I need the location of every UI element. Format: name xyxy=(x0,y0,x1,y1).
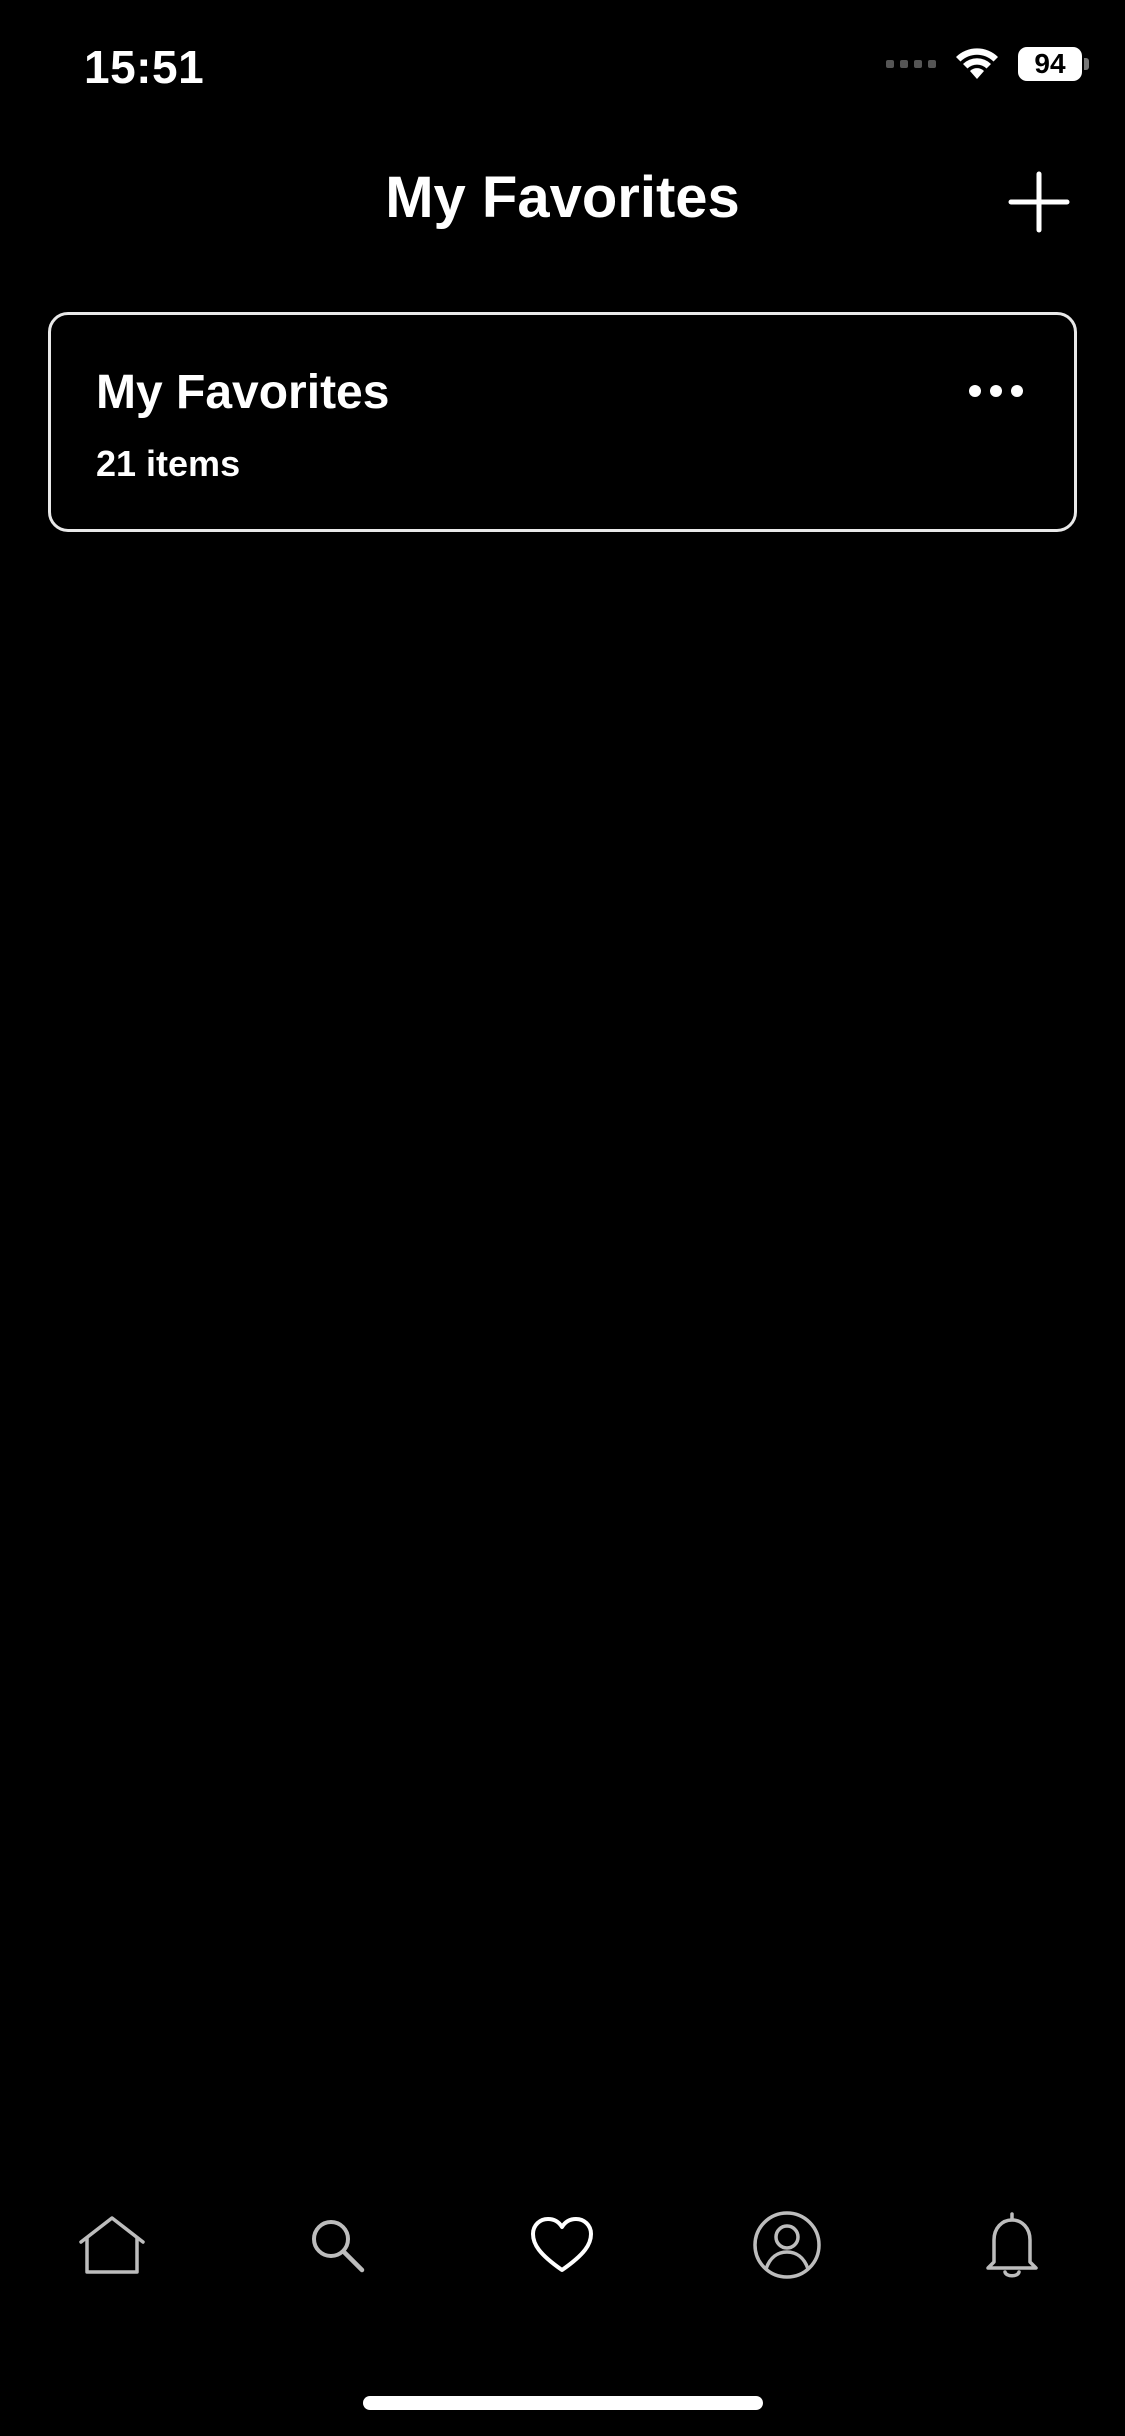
status-time: 15:51 xyxy=(84,41,205,93)
tab-bar xyxy=(0,2200,1125,2290)
favorites-list: My Favorites 21 items xyxy=(48,312,1077,532)
profile-icon xyxy=(753,2211,821,2279)
tab-home[interactable] xyxy=(67,2200,157,2290)
bell-icon xyxy=(986,2212,1038,2278)
more-options-button[interactable] xyxy=(966,373,1026,409)
plus-icon xyxy=(1008,171,1070,233)
add-list-button[interactable] xyxy=(1007,170,1071,234)
tab-notifications[interactable] xyxy=(967,2200,1057,2290)
home-icon xyxy=(79,2216,145,2274)
battery-icon: 94 xyxy=(1018,47,1089,81)
wifi-icon xyxy=(956,48,998,79)
tab-search[interactable] xyxy=(292,2200,382,2290)
status-bar: 15:51 94 xyxy=(0,0,1125,140)
page-title: My Favorites xyxy=(385,165,740,230)
header: My Favorites xyxy=(0,150,1125,250)
list-item[interactable]: My Favorites 21 items xyxy=(48,312,1077,532)
list-title: My Favorites xyxy=(96,366,390,419)
home-indicator[interactable] xyxy=(363,2396,763,2410)
search-icon xyxy=(312,2220,365,2273)
list-item-count: 21 items xyxy=(96,443,241,484)
tab-favorites[interactable] xyxy=(517,2200,607,2290)
cellular-signal-icon xyxy=(886,60,936,68)
battery-level: 94 xyxy=(1034,48,1066,79)
status-indicators: 94 xyxy=(886,46,1089,82)
heart-icon xyxy=(531,2217,593,2272)
ellipsis-icon xyxy=(969,385,1023,397)
tab-profile[interactable] xyxy=(742,2200,832,2290)
